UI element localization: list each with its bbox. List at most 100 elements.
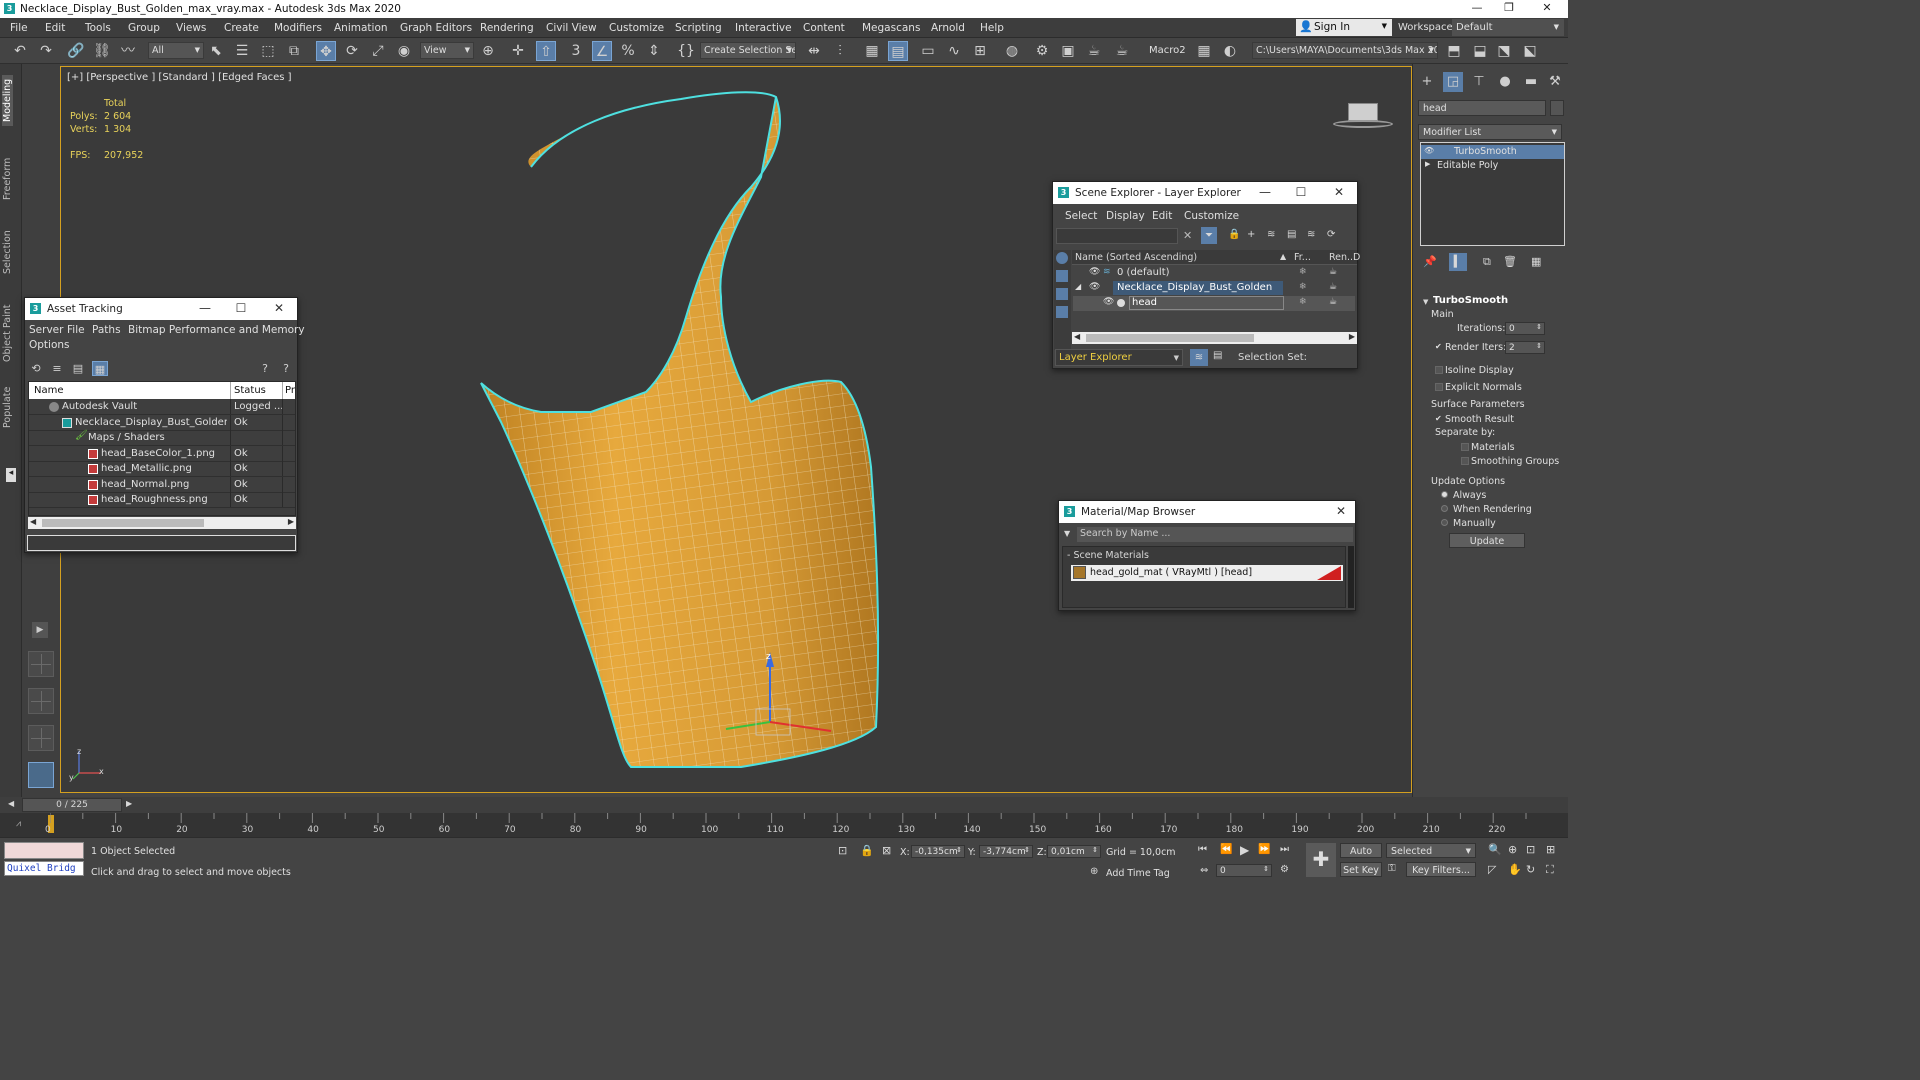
maximize-button[interactable]: ☐ [231,301,251,315]
mirror-icon[interactable]: ⇹ [804,41,824,61]
teapot-icon[interactable]: ☕ [1329,282,1337,292]
time-config-icon[interactable]: ⚙ [1280,864,1289,875]
keyboard-shortcut-override-icon[interactable]: ⇧ [536,41,556,61]
key-filters-button[interactable]: Key Filters... [1406,862,1476,877]
tab-object-paint[interactable]: Object Paint [2,305,13,362]
go-to-end-icon[interactable]: ⏭ [1280,844,1289,855]
iterations-spinner[interactable]: 0 ⇕ [1505,322,1545,335]
table-row[interactable]: head_BaseColor_1.png Ok [29,446,295,462]
explorer-menu-display[interactable]: Display [1106,210,1145,222]
layer-row-default[interactable]: 👁 ≋ 0 (default) ❄ ☕ [1073,266,1355,281]
expand-layouts-icon[interactable]: ▶ [32,622,48,638]
maxscript-listener-field[interactable] [4,842,84,859]
scene-explorer-title-bar[interactable]: 3 Scene Explorer - Layer Explorer — ☐ ✕ [1053,182,1357,204]
isolate-selection-icon[interactable]: ⊡ [838,844,847,857]
z-coord-field[interactable]: 0,01cm ⇕ [1047,845,1101,858]
render-iterative-icon[interactable]: ☕ [1112,41,1132,61]
stack-item-turbosmooth[interactable]: 👁 TurboSmooth [1421,145,1564,159]
maximize-button[interactable]: ❐ [1494,1,1524,14]
layout-three-icon[interactable] [28,725,54,751]
eye-icon[interactable]: 👁 [1089,267,1100,277]
tab-populate[interactable]: Populate [2,387,13,428]
isoline-checkbox[interactable] [1435,366,1443,374]
expand-icon[interactable]: ▶ [1425,160,1430,168]
freeze-icon[interactable]: ❄ [1299,282,1307,292]
explicit-normals-checkbox[interactable] [1435,383,1443,391]
project-folder-icon[interactable]: ⬓ [1470,41,1490,61]
asset-menu-server[interactable]: Server [29,324,63,336]
selection-lock-icon[interactable]: 🔒 [860,844,874,857]
menu-create[interactable]: Create [224,22,259,34]
zoom-extents-all-icon[interactable]: ⊞ [1546,843,1555,856]
select-manipulate-icon[interactable]: ✛ [508,41,528,61]
material-editor-icon[interactable]: ◍ [1002,41,1022,61]
spinner-arrows-icon[interactable]: ⇕ [956,846,962,854]
smooth-result-checkbox[interactable]: ✔ [1435,415,1443,423]
scale-icon[interactable]: ⤢ [368,41,388,61]
spinner-snap-icon[interactable]: ⇕ [644,41,664,61]
freeze-icon[interactable]: ❄ [1299,267,1307,277]
layout-four-alt-icon[interactable] [28,688,54,714]
make-unique-icon[interactable]: ⧉ [1483,255,1491,269]
project-folder-dropdown[interactable]: C:\Users\MAYA\Documents\3ds Max 2020 ▼ [1252,42,1438,59]
menu-megascans[interactable]: Megascans [862,22,920,34]
object-name-field[interactable]: head [1418,100,1546,116]
project-settings-icon[interactable]: ⬔ [1494,41,1514,61]
project-new-icon[interactable]: ⬕ [1520,41,1540,61]
layout-single-icon[interactable] [28,762,54,788]
options-arrow-icon[interactable]: ▼ [1064,529,1070,538]
close-button[interactable]: ✕ [1532,1,1562,14]
explorer-menu-select[interactable]: Select [1065,210,1097,222]
quixel-bridge-field[interactable]: Quixel Bridg [4,861,84,876]
maximize-viewport-icon[interactable]: ⛶ [1546,863,1554,877]
freeze-icon[interactable]: ❄ [1299,297,1307,307]
snaps-toggle-icon[interactable]: 3 [566,41,586,61]
table-row[interactable]: 🖌 Maps / Shaders [29,430,295,446]
tab-modeling[interactable]: Modeling [2,74,13,126]
layer-tree-icon[interactable]: ▤ [1287,229,1296,240]
select-object-icon[interactable]: ⬉ [206,41,226,61]
asset-tracking-title-bar[interactable]: 3 Asset Tracking — ☐ ✕ [25,298,297,320]
curve-editor-mini-icon[interactable]: ⩘ [16,819,21,829]
table-row[interactable]: Necklace_Display_Bust_Golden_... Ok [29,415,295,431]
set-keys-big-button[interactable]: ✚ [1306,843,1336,877]
stack-item-editable-poly[interactable]: ▶ Editable Poly [1421,159,1564,173]
table-row[interactable]: Autodesk Vault Logged ... [29,399,295,415]
update-button[interactable]: Update [1449,533,1525,548]
object-row-head[interactable]: 👁 head ❄ ☕ [1073,296,1355,311]
menu-help[interactable]: Help [980,22,1004,34]
utilities-tab-icon[interactable]: ⚒ [1545,72,1565,92]
layer-manager-icon[interactable]: ▤ [1213,350,1222,361]
toggle-ribbon-icon[interactable]: ▭ [918,41,938,61]
play-icon[interactable]: ▶ [1240,843,1249,857]
bind-space-warp-icon[interactable]: 〰 [118,41,138,61]
sort-by-name-icon[interactable] [1056,252,1068,264]
camera-icon[interactable] [1056,306,1068,318]
menu-customize[interactable]: Customize [609,22,664,34]
menu-group[interactable]: Group [128,22,160,34]
close-button[interactable]: ✕ [1329,185,1349,199]
edit-named-selection-icon[interactable]: {} [676,41,696,61]
help-alt-icon[interactable]: ? [278,361,294,376]
menu-civil-view[interactable]: Civil View [546,22,597,34]
minimize-button[interactable]: — [1255,185,1275,199]
motion-tab-icon[interactable]: ● [1495,72,1515,92]
layout-four-icon[interactable] [28,651,54,677]
rendered-frame-window-icon[interactable]: ▣ [1058,41,1078,61]
explorer-menu-edit[interactable]: Edit [1152,210,1172,222]
pin-stack-icon[interactable]: 📌 [1423,255,1437,268]
sync-icon[interactable]: ⟳ [1327,229,1335,240]
reference-coord-dropdown[interactable]: View ▼ [420,42,474,59]
pan-icon[interactable]: ✋ [1508,863,1522,876]
tree-view-icon[interactable]: ▤ [70,361,86,376]
y-coord-field[interactable]: -3,774cm ⇕ [979,845,1033,858]
maximize-button[interactable]: ☐ [1291,185,1311,199]
spinner-arrows-icon[interactable]: ⇕ [1024,846,1030,854]
modify-tab-icon[interactable]: ◲ [1443,72,1463,92]
menu-arnold[interactable]: Arnold [931,22,965,34]
collapse-icon[interactable]: ◢ [1075,282,1081,291]
auto-key-button[interactable]: Auto Key [1340,843,1382,872]
col-display[interactable]: D [1353,252,1360,263]
minimize-button[interactable]: — [195,301,215,315]
show-end-result-icon[interactable]: ▍ [1449,253,1467,271]
